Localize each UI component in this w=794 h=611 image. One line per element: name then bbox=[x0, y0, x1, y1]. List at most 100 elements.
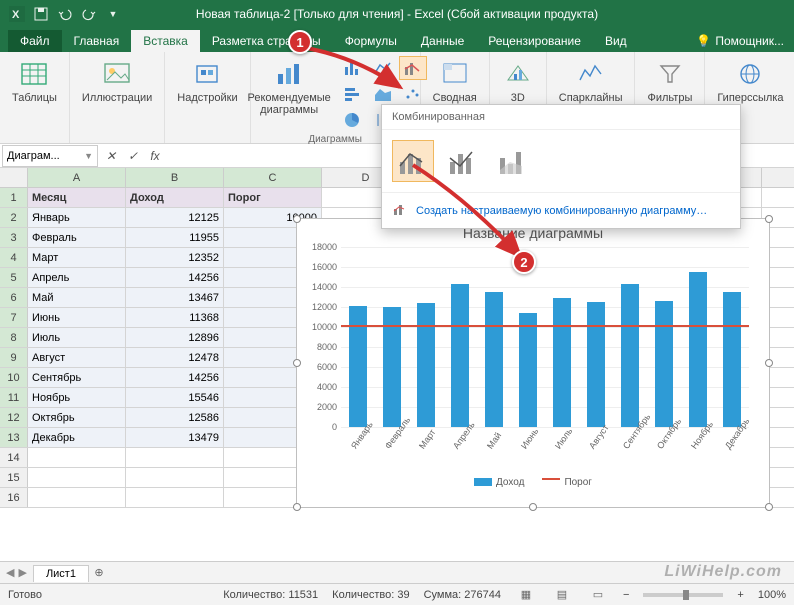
tab-home[interactable]: Главная bbox=[62, 30, 132, 52]
tables-button[interactable]: Таблицы bbox=[8, 56, 61, 106]
row-header[interactable]: 1 bbox=[0, 188, 28, 207]
qat-dropdown-icon[interactable]: ▼ bbox=[104, 5, 122, 23]
cell[interactable]: Март bbox=[28, 248, 126, 267]
cell[interactable] bbox=[28, 488, 126, 507]
select-all-corner[interactable] bbox=[0, 168, 28, 187]
chart-bar[interactable] bbox=[485, 292, 503, 427]
view-page-break-icon[interactable]: ▭ bbox=[587, 586, 609, 604]
add-sheet-button[interactable]: ⊕ bbox=[89, 566, 109, 579]
cell[interactable] bbox=[28, 448, 126, 467]
row-header[interactable]: 8 bbox=[0, 328, 28, 347]
resize-handle-w[interactable] bbox=[293, 359, 301, 367]
col-header-b[interactable]: B bbox=[126, 168, 224, 187]
row-header[interactable]: 14 bbox=[0, 448, 28, 467]
col-header-a[interactable]: A bbox=[28, 168, 126, 187]
addins-button[interactable]: Надстройки bbox=[173, 56, 241, 106]
resize-handle-s[interactable] bbox=[529, 503, 537, 511]
cell[interactable] bbox=[126, 468, 224, 487]
resize-handle-ne[interactable] bbox=[765, 215, 773, 223]
chart-legend[interactable]: Доход Порог bbox=[297, 477, 769, 488]
row-header[interactable]: 5 bbox=[0, 268, 28, 287]
illustrations-button[interactable]: Иллюстрации bbox=[78, 56, 156, 106]
fx-icon[interactable]: fx bbox=[144, 149, 166, 163]
view-normal-icon[interactable]: ▦ bbox=[515, 586, 537, 604]
tab-file[interactable]: Файл bbox=[8, 30, 62, 52]
resize-handle-nw[interactable] bbox=[293, 215, 301, 223]
cell[interactable]: 11368 bbox=[126, 308, 224, 327]
col-header-c[interactable]: C bbox=[224, 168, 322, 187]
undo-icon[interactable] bbox=[56, 5, 74, 23]
cell[interactable]: 15546 bbox=[126, 388, 224, 407]
cell[interactable]: 14256 bbox=[126, 368, 224, 387]
cell[interactable]: 12478 bbox=[126, 348, 224, 367]
tab-review[interactable]: Рецензирование bbox=[476, 30, 593, 52]
cell[interactable]: 12125 bbox=[126, 208, 224, 227]
cell[interactable]: 13479 bbox=[126, 428, 224, 447]
zoom-in-button[interactable]: + bbox=[737, 589, 743, 601]
zoom-thumb[interactable] bbox=[683, 590, 689, 600]
cell[interactable]: Февраль bbox=[28, 228, 126, 247]
chart-bar[interactable] bbox=[417, 303, 435, 427]
tab-view[interactable]: Вид bbox=[593, 30, 639, 52]
row-header[interactable]: 16 bbox=[0, 488, 28, 507]
tab-data[interactable]: Данные bbox=[409, 30, 476, 52]
resize-handle-sw[interactable] bbox=[293, 503, 301, 511]
redo-icon[interactable] bbox=[80, 5, 98, 23]
pivot-button[interactable]: Сводная bbox=[429, 56, 481, 106]
3d-map-button[interactable]: 3D bbox=[498, 56, 538, 106]
chart-threshold-line[interactable] bbox=[341, 325, 749, 327]
cell[interactable]: Апрель bbox=[28, 268, 126, 287]
chart-bar[interactable] bbox=[519, 313, 537, 427]
cell[interactable]: 11955 bbox=[126, 228, 224, 247]
save-icon[interactable] bbox=[32, 5, 50, 23]
row-header[interactable]: 3 bbox=[0, 228, 28, 247]
cell[interactable]: Порог bbox=[224, 188, 322, 207]
chart-bar[interactable] bbox=[349, 306, 367, 427]
cell[interactable]: 14256 bbox=[126, 268, 224, 287]
cell[interactable] bbox=[126, 448, 224, 467]
chart-bar[interactable] bbox=[621, 284, 639, 427]
zoom-out-button[interactable]: − bbox=[623, 589, 629, 601]
sheet-tab-1[interactable]: Лист1 bbox=[33, 565, 89, 582]
chart-bar[interactable] bbox=[451, 284, 469, 427]
resize-handle-se[interactable] bbox=[765, 503, 773, 511]
zoom-level[interactable]: 100% bbox=[758, 589, 786, 601]
chart-bar[interactable] bbox=[723, 292, 741, 427]
hyperlink-button[interactable]: Гиперссылка bbox=[713, 56, 787, 106]
cell[interactable]: Месяц bbox=[28, 188, 126, 207]
cell[interactable]: Август bbox=[28, 348, 126, 367]
chart-bar[interactable] bbox=[689, 272, 707, 427]
cell[interactable]: Октябрь bbox=[28, 408, 126, 427]
cell[interactable]: Доход bbox=[126, 188, 224, 207]
row-header[interactable]: 15 bbox=[0, 468, 28, 487]
row-header[interactable]: 13 bbox=[0, 428, 28, 447]
cell[interactable]: 12352 bbox=[126, 248, 224, 267]
chart-bar[interactable] bbox=[553, 298, 571, 427]
sheet-prev-icon[interactable]: ◀ bbox=[6, 566, 14, 579]
row-header[interactable]: 4 bbox=[0, 248, 28, 267]
cell[interactable]: Декабрь bbox=[28, 428, 126, 447]
name-box[interactable]: Диаграм...▼ bbox=[2, 145, 98, 167]
pie-chart-button[interactable] bbox=[339, 108, 367, 132]
filters-button[interactable]: Фильтры bbox=[643, 56, 696, 106]
cell[interactable]: Июль bbox=[28, 328, 126, 347]
row-header[interactable]: 11 bbox=[0, 388, 28, 407]
row-header[interactable]: 10 bbox=[0, 368, 28, 387]
cell[interactable]: Июнь bbox=[28, 308, 126, 327]
cell[interactable]: Май bbox=[28, 288, 126, 307]
cell[interactable]: 12896 bbox=[126, 328, 224, 347]
chart-bar[interactable] bbox=[587, 302, 605, 427]
tab-insert[interactable]: Вставка bbox=[131, 30, 200, 52]
cancel-formula-icon[interactable]: ✕ bbox=[100, 149, 122, 163]
row-header[interactable]: 12 bbox=[0, 408, 28, 427]
cell[interactable]: Январь bbox=[28, 208, 126, 227]
tell-me-help[interactable]: 💡Помощник... bbox=[686, 30, 794, 52]
sheet-next-icon[interactable]: ▶ bbox=[18, 566, 26, 579]
row-header[interactable]: 6 bbox=[0, 288, 28, 307]
cell[interactable]: 13467 bbox=[126, 288, 224, 307]
row-header[interactable]: 2 bbox=[0, 208, 28, 227]
row-header[interactable]: 7 bbox=[0, 308, 28, 327]
cell[interactable] bbox=[126, 488, 224, 507]
view-page-layout-icon[interactable]: ▤ bbox=[551, 586, 573, 604]
row-header[interactable]: 9 bbox=[0, 348, 28, 367]
